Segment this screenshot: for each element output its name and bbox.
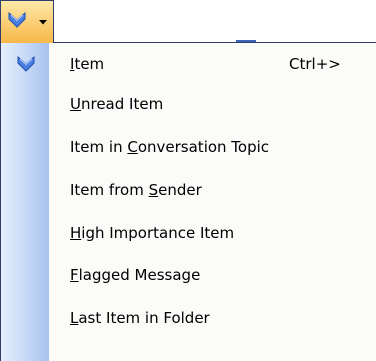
menu-item-label: Item in Conversation Topic — [70, 138, 270, 156]
menu-item-label: Flagged Message — [70, 266, 201, 284]
blue-down-arrow-icon — [16, 54, 36, 74]
menu-item-from-sender[interactable]: Item from Sender — [1, 170, 376, 210]
menu-item-high-importance[interactable]: High Importance Item — [1, 213, 376, 253]
dropdown-arrow-icon — [39, 19, 47, 25]
screen: Item Ctrl+> Unread Item Item in Conversa… — [0, 0, 376, 361]
menu-item-label: Item from Sender — [70, 181, 202, 199]
menu-item-item[interactable]: Item Ctrl+> — [1, 44, 376, 84]
menu-item-conversation-topic[interactable]: Item in Conversation Topic — [1, 127, 376, 167]
dropdown-arrow-button[interactable] — [33, 1, 53, 43]
menu-item-label: High Importance Item — [70, 224, 235, 242]
menu-item-shortcut: Ctrl+> — [289, 55, 341, 73]
menu-item-label: Unread Item — [70, 95, 164, 113]
toolbar-highlight-mark — [236, 40, 256, 42]
menu-item-last-item-in-folder[interactable]: Last Item in Folder — [1, 298, 376, 338]
menu-item-label: Item — [70, 55, 105, 73]
menu-item-unread-item[interactable]: Unread Item — [1, 84, 376, 124]
next-item-menu: Item Ctrl+> Unread Item Item in Conversa… — [0, 43, 376, 361]
menu-item-flagged-message[interactable]: Flagged Message — [1, 255, 376, 295]
next-item-button[interactable] — [1, 1, 33, 43]
menu-item-label: Last Item in Folder — [70, 309, 210, 327]
next-item-split-button[interactable] — [0, 0, 54, 43]
blue-down-arrow-icon — [8, 11, 26, 32]
